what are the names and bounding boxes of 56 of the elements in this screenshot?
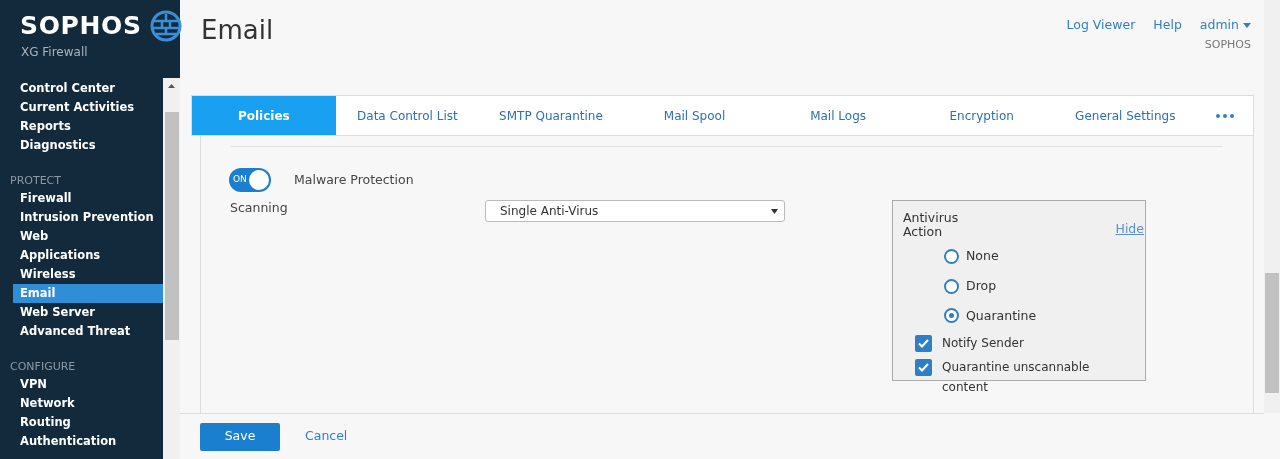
- nav-item[interactable]: Control Center: [13, 79, 163, 98]
- nav-item[interactable]: Authentication: [13, 432, 163, 451]
- nav-item[interactable]: Diagnostics: [13, 136, 163, 155]
- nav-item[interactable]: VPN: [13, 375, 163, 394]
- brand-logo-text: SOPHOS: [20, 12, 142, 40]
- radio-button[interactable]: [944, 308, 959, 324]
- scanning-dropdown[interactable]: Single Anti-Virus: [485, 200, 785, 222]
- header-link[interactable]: Help: [1153, 16, 1182, 35]
- tab[interactable]: General Settings: [1053, 96, 1198, 135]
- section-heading: CONFIGURE: [9, 359, 77, 375]
- nav-item[interactable]: Firewall: [13, 189, 163, 208]
- radio-button[interactable]: [944, 278, 959, 294]
- checkbox-label: Quarantine unscannable content: [942, 359, 1091, 397]
- product-name: XG Firewall: [21, 44, 89, 61]
- nav-item[interactable]: Current Activities: [13, 98, 163, 117]
- field-label: Scanning: [230, 199, 289, 217]
- tab[interactable]: SMTP Quarantine: [479, 96, 623, 135]
- nav-item[interactable]: Reports: [13, 117, 163, 136]
- caret-icon: [771, 208, 778, 214]
- nav-item[interactable]: Network: [13, 394, 163, 413]
- nav-item[interactable]: Advanced Threat: [13, 322, 163, 341]
- checkmark-icon: [918, 363, 929, 373]
- tab[interactable]: Encryption: [909, 96, 1054, 135]
- tab[interactable]: Data Control List: [335, 96, 480, 135]
- nav-item[interactable]: Web Server: [13, 303, 163, 322]
- nav-item[interactable]: Wireless: [13, 265, 163, 284]
- toggle-switch[interactable]: ON: [229, 168, 271, 192]
- scrollbar[interactable]: [163, 78, 180, 459]
- scroll-up-icon[interactable]: [168, 84, 175, 88]
- section-heading: PROTECT: [9, 173, 62, 189]
- cancel-link[interactable]: Cancel: [305, 427, 348, 446]
- radio-label: Drop: [966, 276, 997, 295]
- checkbox[interactable]: [915, 359, 932, 377]
- header-link[interactable]: Log Viewer: [1066, 16, 1136, 35]
- nav-item[interactable]: Routing: [13, 413, 163, 432]
- radio-button[interactable]: [944, 248, 959, 264]
- page-title: Email: [201, 14, 274, 47]
- caret-icon: [1243, 22, 1251, 28]
- nav-item[interactable]: Applications: [13, 246, 163, 265]
- nav-item[interactable]: Email: [13, 284, 163, 303]
- radio-label: None: [966, 247, 999, 265]
- organization-name: SOPHOS: [1204, 36, 1251, 53]
- checkbox-label: Notify Sender: [942, 335, 1025, 353]
- panel-title: Antivirus Action: [903, 211, 960, 239]
- brick-globe-icon: [149, 10, 182, 42]
- scrollbar[interactable]: [1264, 0, 1280, 413]
- radio-label: Quarantine: [966, 306, 1037, 325]
- nav-item[interactable]: Web: [13, 227, 163, 246]
- nav-item[interactable]: Intrusion Prevention: [13, 208, 163, 227]
- user-menu[interactable]: admin: [1199, 16, 1251, 35]
- toggle-label: Malware Protection: [294, 170, 414, 189]
- save-button[interactable]: Save: [200, 422, 280, 451]
- tab[interactable]: Mail Logs: [766, 96, 910, 135]
- tab[interactable]: Mail Spool: [622, 96, 767, 135]
- checkmark-icon: [918, 339, 929, 349]
- checkbox[interactable]: [915, 335, 932, 353]
